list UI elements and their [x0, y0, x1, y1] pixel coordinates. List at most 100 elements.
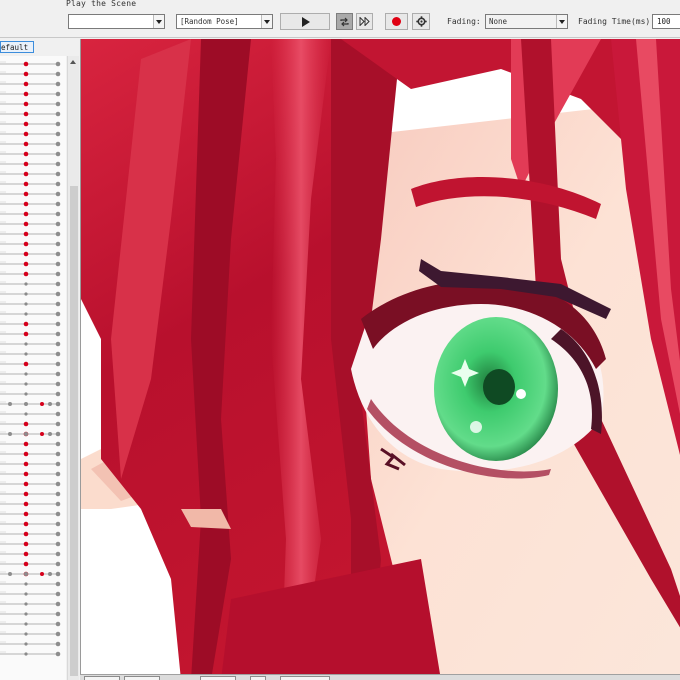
slider-knob-active: [23, 361, 29, 367]
parameter-scrollbar[interactable]: [67, 56, 79, 680]
slider-end-knob: [55, 71, 61, 77]
parameter-slider-row[interactable]: [0, 651, 61, 657]
parameter-slider-row[interactable]: [0, 81, 61, 87]
parameter-slider-row[interactable]: [0, 321, 61, 327]
parameter-slider-row[interactable]: [0, 431, 61, 437]
fading-time-label: Fading Time(ms):: [578, 17, 656, 26]
parameter-slider-row[interactable]: [0, 281, 61, 287]
slider-knob-active: [23, 441, 29, 447]
parameter-slider-row[interactable]: [0, 71, 61, 77]
strip-button[interactable]: [250, 676, 266, 680]
scroll-thumb[interactable]: [70, 186, 78, 676]
parameter-slider-row[interactable]: [0, 191, 61, 197]
parameter-slider-row[interactable]: [0, 391, 61, 397]
model-tab[interactable]: efault: [0, 41, 34, 53]
parameter-slider-row[interactable]: [0, 511, 61, 517]
slider-end-knob: [55, 341, 61, 347]
parameter-slider-row[interactable]: [0, 641, 61, 647]
parameter-slider-row[interactable]: [0, 171, 61, 177]
parameter-slider-row[interactable]: [0, 291, 61, 297]
strip-button[interactable]: [124, 676, 160, 680]
parameter-slider-row[interactable]: [0, 571, 61, 577]
parameter-slider-row[interactable]: [0, 481, 61, 487]
parameter-slider-row[interactable]: [0, 231, 61, 237]
parameter-slider-row[interactable]: [0, 271, 61, 277]
parameter-slider-row[interactable]: [0, 421, 61, 427]
parameter-slider-row[interactable]: [0, 311, 61, 317]
strip-button[interactable]: [200, 676, 236, 680]
scene-select[interactable]: [68, 14, 165, 29]
parameter-slider-row[interactable]: [0, 531, 61, 537]
parameter-slider-row[interactable]: [0, 361, 61, 367]
parameter-slider-row[interactable]: [0, 301, 61, 307]
parameter-slider-row[interactable]: [0, 471, 61, 477]
parameter-slider-row[interactable]: [0, 541, 61, 547]
parameter-slider-row[interactable]: [0, 401, 61, 407]
parameter-slider-row[interactable]: [0, 561, 61, 567]
parameter-slider-row[interactable]: [0, 501, 61, 507]
parameter-slider-row[interactable]: [0, 241, 61, 247]
parameter-slider-row[interactable]: [0, 161, 61, 167]
parameter-slider-row[interactable]: [0, 581, 61, 587]
parameter-slider-row[interactable]: [0, 181, 61, 187]
play-button[interactable]: [280, 13, 330, 30]
parameter-slider-row[interactable]: [0, 131, 61, 137]
parameter-slider-row[interactable]: [0, 151, 61, 157]
parameter-slider-row[interactable]: [0, 611, 61, 617]
parameter-slider-row[interactable]: [0, 491, 61, 497]
parameter-slider-row[interactable]: [0, 521, 61, 527]
parameter-slider-row[interactable]: [0, 111, 61, 117]
parameter-slider-row[interactable]: [0, 551, 61, 557]
parameter-slider-row[interactable]: [0, 221, 61, 227]
parameter-slider-row[interactable]: [0, 601, 61, 607]
slider-end-knob: [55, 231, 61, 237]
chevron-down-icon[interactable]: [261, 15, 272, 28]
parameter-slider-row[interactable]: [0, 211, 61, 217]
scene-toolbar: Play the Scene [Random Pose] Fading: Non…: [0, 0, 680, 38]
pose-select[interactable]: [Random Pose]: [176, 14, 273, 29]
parameter-slider-row[interactable]: [0, 261, 61, 267]
slider-end-knob: [55, 581, 61, 587]
parameter-slider-row[interactable]: [0, 141, 61, 147]
slider-end-knob: [55, 601, 61, 607]
slider-knob-active: [23, 161, 29, 167]
slider-end-knob: [55, 441, 61, 447]
parameter-slider-row[interactable]: [0, 201, 61, 207]
model-tab-label: efault: [1, 43, 29, 52]
parameter-slider-row[interactable]: [0, 441, 61, 447]
settings-button[interactable]: [412, 13, 430, 30]
parameter-slider-row[interactable]: [0, 61, 61, 67]
strip-button[interactable]: [280, 676, 330, 680]
parameter-sliders[interactable]: [0, 56, 66, 680]
parameter-slider-row[interactable]: [0, 91, 61, 97]
scroll-up-icon[interactable]: [68, 56, 79, 68]
slider-knob-active: [23, 471, 29, 477]
parameter-slider-row[interactable]: [0, 451, 61, 457]
strip-button[interactable]: [84, 676, 120, 680]
parameter-slider-row[interactable]: [0, 351, 61, 357]
record-button[interactable]: [385, 13, 408, 30]
slider-knob-active: [23, 251, 29, 257]
slider-knob-active: [23, 141, 29, 147]
parameter-slider-row[interactable]: [0, 251, 61, 257]
chevron-down-icon[interactable]: [153, 15, 164, 28]
parameter-slider-row[interactable]: [0, 121, 61, 127]
slider-knob: [24, 642, 28, 646]
parameter-slider-row[interactable]: [0, 461, 61, 467]
fading-time-input[interactable]: 100: [652, 14, 680, 29]
parameter-slider-row[interactable]: [0, 411, 61, 417]
parameter-slider-row[interactable]: [0, 381, 61, 387]
fading-select[interactable]: None: [485, 14, 568, 29]
parameter-slider-row[interactable]: [0, 631, 61, 637]
parameter-slider-row[interactable]: [0, 341, 61, 347]
parameter-slider-row[interactable]: [0, 331, 61, 337]
loop-toggle-button[interactable]: [336, 13, 353, 30]
chevron-down-icon[interactable]: [556, 15, 567, 28]
parameter-slider-row[interactable]: [0, 371, 61, 377]
parameter-slider-row[interactable]: [0, 621, 61, 627]
next-button[interactable]: [356, 13, 373, 30]
model-canvas[interactable]: [80, 39, 680, 680]
parameter-slider-row[interactable]: [0, 101, 61, 107]
fading-select-value: None: [489, 17, 508, 26]
parameter-slider-row[interactable]: [0, 591, 61, 597]
